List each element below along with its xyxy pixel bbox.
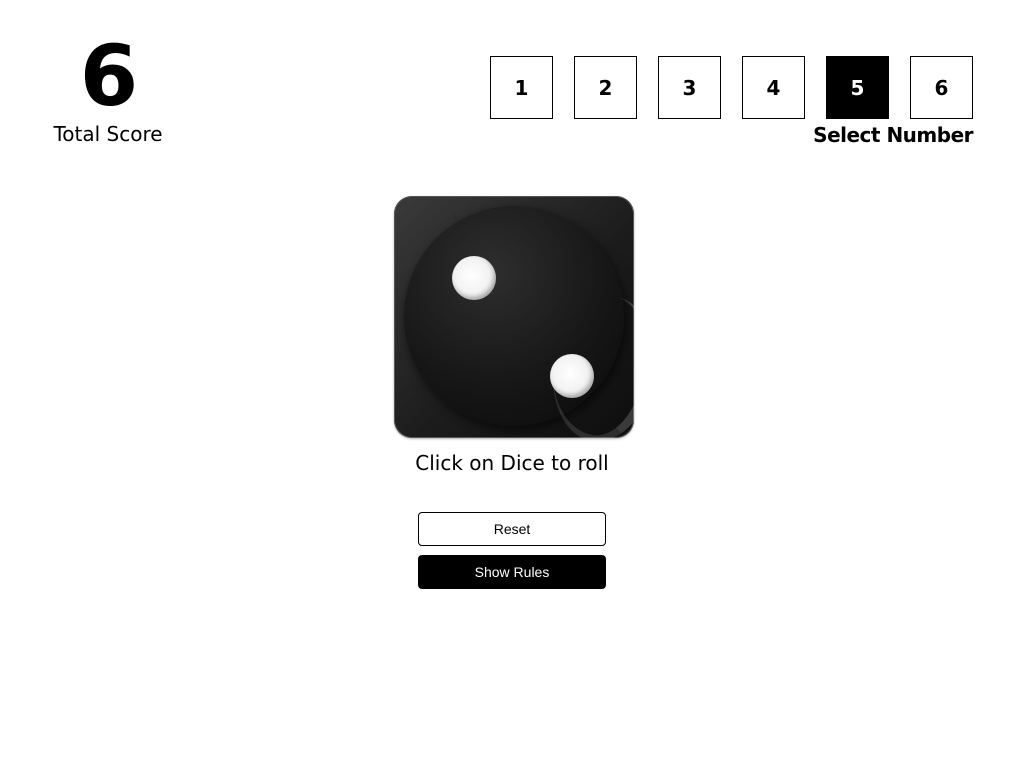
number-option-4[interactable]: 4 [742, 56, 805, 119]
dice-button[interactable] [394, 196, 634, 438]
dice-pip [452, 256, 496, 300]
number-option-5[interactable]: 5 [826, 56, 889, 119]
dice-face [404, 206, 634, 438]
number-option-3[interactable]: 3 [658, 56, 721, 119]
number-option-6[interactable]: 6 [910, 56, 973, 119]
dice-game-page: 6 Total Score 1 2 3 4 5 6 Select Number … [0, 0, 1024, 768]
show-rules-button[interactable]: Show Rules [418, 555, 606, 589]
number-option-2[interactable]: 2 [574, 56, 637, 119]
number-option-1[interactable]: 1 [490, 56, 553, 119]
total-score-panel: 6 Total Score [44, 28, 172, 146]
roll-instruction: Click on Dice to roll [415, 451, 609, 475]
select-number-label: Select Number [813, 123, 973, 147]
total-score-label: Total Score [53, 122, 163, 146]
reset-button[interactable]: Reset [418, 512, 606, 546]
number-selector: 1 2 3 4 5 6 Select Number [489, 56, 974, 147]
number-options: 1 2 3 4 5 6 [489, 56, 973, 119]
total-score-value: 6 [79, 27, 138, 125]
dice-pip [550, 354, 594, 398]
